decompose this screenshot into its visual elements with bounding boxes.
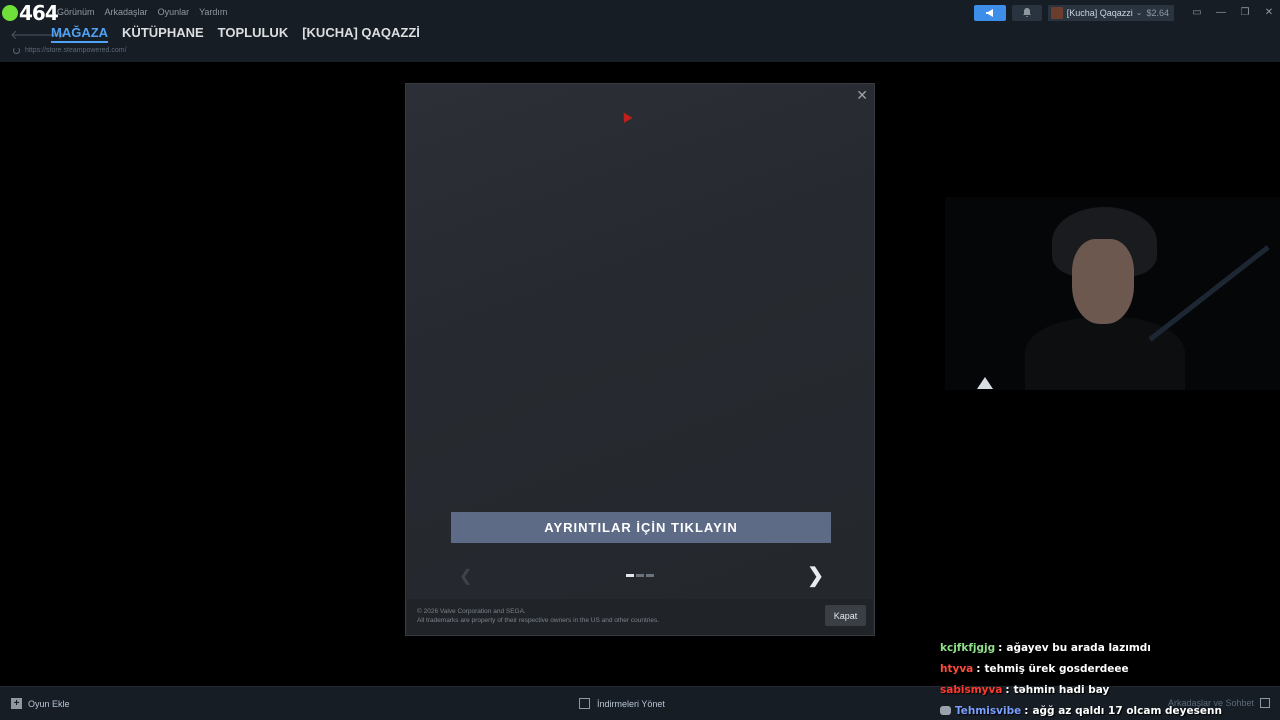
details-button[interactable]: AYRINTILAR İÇİN TIKLAYIN xyxy=(451,512,831,543)
chat-separator: : xyxy=(998,641,1003,654)
steam-header: 464 Görünüm Arkadaşlar Oyunlar Yardım [K… xyxy=(0,0,1280,62)
monitor-icon: ▭ xyxy=(1192,7,1202,18)
chat-text: ağğ az qaldı 17 olcam deyesenn xyxy=(1032,704,1222,717)
restore-icon: ❐ xyxy=(1240,7,1250,18)
add-game-label: Oyun Ekle xyxy=(28,698,70,709)
mouse-cursor-icon xyxy=(619,110,633,123)
header-controls: [Kucha] Qaqazzi ⌄ $2.64 ▭ — ❐ ✕ xyxy=(973,4,1280,21)
carousel-dot[interactable] xyxy=(626,574,634,577)
copyright-text: © 2026 Valve Corporation and SEGA. All t… xyxy=(417,607,659,625)
tab-library[interactable]: KÜTÜPHANE xyxy=(122,25,204,43)
chevron-down-icon: ⌄ xyxy=(1135,8,1143,17)
url-text[interactable]: https://store.steampowered.com/ xyxy=(25,47,127,54)
minimize-icon: — xyxy=(1216,7,1226,18)
carousel-dots xyxy=(626,574,654,577)
webcam-overlay xyxy=(945,197,1280,390)
live-dot-icon xyxy=(2,5,18,21)
account-menu[interactable]: [Kucha] Qaqazzi ⌄ $2.64 xyxy=(1047,4,1174,21)
big-picture-button[interactable]: ▭ xyxy=(1186,5,1208,21)
window-close-button[interactable]: ✕ xyxy=(1258,5,1280,21)
maximize-button[interactable]: ❐ xyxy=(1234,5,1256,21)
manage-downloads-button[interactable]: İndirmeleri Yönet xyxy=(579,698,665,709)
menu-row: 464 Görünüm Arkadaşlar Oyunlar Yardım [K… xyxy=(0,0,1280,25)
menu-item-view[interactable]: Görünüm xyxy=(57,7,95,17)
menu-item-friends[interactable]: Arkadaşlar xyxy=(105,7,148,17)
menu-item-help[interactable]: Yardım xyxy=(199,7,227,17)
menu-item-games[interactable]: Oyunlar xyxy=(158,7,190,17)
webcam-person-face xyxy=(1072,239,1134,324)
viewer-count: 464 xyxy=(19,1,59,25)
minimize-button[interactable]: — xyxy=(1210,5,1232,21)
plus-icon: + xyxy=(11,698,22,709)
chat-message: kcjfkfjgjg : ağayev bu arada lazımdı xyxy=(940,637,1280,658)
chat-message: Tehmisvibe : ağğ az qaldı 17 olcam deyes… xyxy=(940,700,1280,720)
promo-dialog: ✕ AYRINTILAR İÇİN TIKLAYIN ❮ ❯ © 2026 Va… xyxy=(405,83,875,636)
chat-username: sabismyva xyxy=(940,683,1003,696)
light-reflection xyxy=(977,377,993,389)
downloads-label: İndirmeleri Yönet xyxy=(597,698,665,709)
chat-username: htyva xyxy=(940,662,974,675)
close-icon: ✕ xyxy=(1264,7,1274,18)
chat-text: tehmiş ürek gosderdeee xyxy=(984,662,1129,675)
carousel-next-icon[interactable]: ❯ xyxy=(807,563,824,588)
bell-icon xyxy=(1022,8,1031,17)
wallet-balance: $2.64 xyxy=(1146,7,1169,18)
stream-chat: kcjfkfjgjg : ağayev bu arada lazımdı hty… xyxy=(940,637,1280,720)
chat-separator: : xyxy=(976,662,981,675)
chat-message: htyva : tehmiş ürek gosderdeee xyxy=(940,658,1280,679)
dialog-footer: © 2026 Valve Corporation and SEGA. All t… xyxy=(407,599,873,635)
carousel-dot[interactable] xyxy=(646,574,654,577)
chat-text: təhmin hadi bay xyxy=(1013,683,1110,696)
account-name: [Kucha] Qaqazzi xyxy=(1066,7,1133,18)
carousel-prev-icon[interactable]: ❮ xyxy=(459,566,472,586)
megaphone-icon xyxy=(985,8,993,17)
announcements-button[interactable] xyxy=(973,4,1006,21)
loading-spinner-icon xyxy=(13,47,20,54)
main-tabs: MAĞAZA KÜTÜPHANE TOPLULUK [KUCHA] QAQAZZ… xyxy=(51,25,420,43)
dialog-close-icon[interactable]: ✕ xyxy=(856,87,868,104)
microphone-arm xyxy=(1148,245,1270,342)
nav-row: 🡐 🡒 MAĞAZA KÜTÜPHANE TOPLULUK [KUCHA] QA… xyxy=(0,24,1280,44)
chat-message: sabismyva : təhmin hadi bay xyxy=(940,679,1280,700)
viewer-counter: 464 xyxy=(2,1,59,25)
avatar xyxy=(1050,6,1063,19)
gamepad-icon xyxy=(940,706,951,715)
close-button[interactable]: Kapat xyxy=(825,605,866,626)
chat-separator: : xyxy=(1024,704,1029,717)
download-icon xyxy=(579,698,590,709)
chat-username: kcjfkfjgjg xyxy=(940,641,996,654)
url-bar: https://store.steampowered.com/ xyxy=(13,47,127,54)
chat-username: Tehmisvibe xyxy=(955,704,1022,717)
carousel-dot[interactable] xyxy=(636,574,644,577)
notifications-button[interactable] xyxy=(1011,4,1042,21)
tab-profile[interactable]: [KUCHA] QAQAZZİ xyxy=(302,25,420,43)
add-game-button[interactable]: + Oyun Ekle xyxy=(11,698,70,709)
chat-separator: : xyxy=(1005,683,1010,696)
chat-text: ağayev bu arada lazımdı xyxy=(1006,641,1151,654)
copyright-line-2: All trademarks are property of their res… xyxy=(417,617,660,624)
copyright-line-1: © 2026 Valve Corporation and SEGA. xyxy=(417,608,526,615)
tab-store[interactable]: MAĞAZA xyxy=(51,25,109,43)
tab-community[interactable]: TOPLULUK xyxy=(218,25,289,43)
top-menu: Görünüm Arkadaşlar Oyunlar Yardım xyxy=(57,7,227,17)
